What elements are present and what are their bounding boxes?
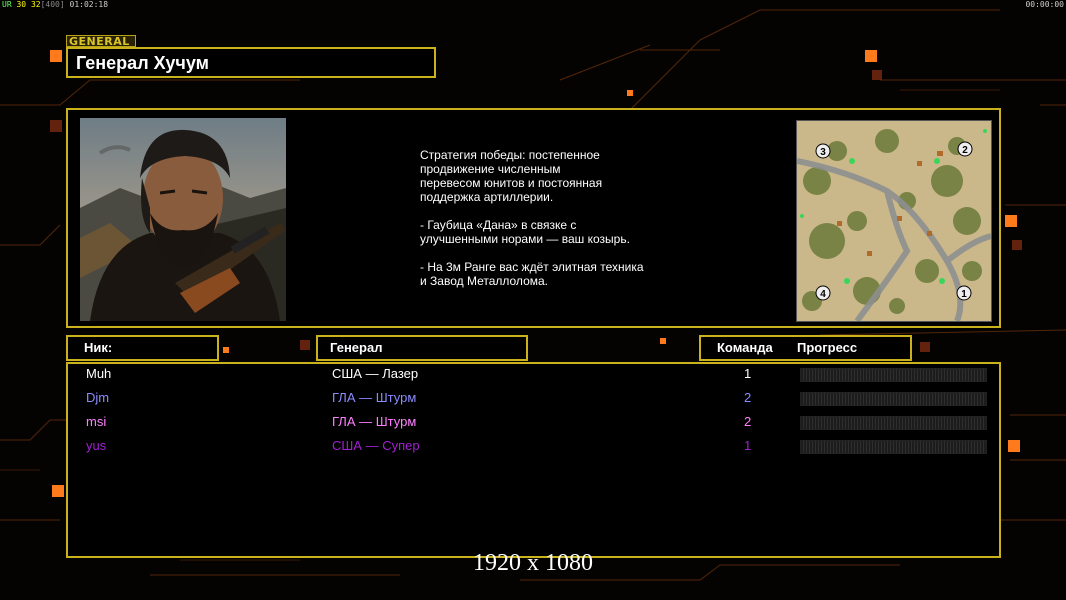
loading-progress-bar: [800, 440, 987, 454]
general-tag: GENERAL: [66, 35, 136, 48]
fps-value-2: 32: [30, 0, 41, 9]
clock-display: 00:00:00: [1025, 0, 1064, 9]
header-nick-label: Ник:: [84, 340, 113, 355]
loading-progress-bar: [800, 416, 987, 430]
loading-progress-bar: [800, 368, 987, 382]
fps-counter: UR 30 32[400] 01:02:18: [2, 0, 108, 9]
header-general-label: Генерал: [330, 340, 383, 355]
fps-value: 30: [16, 0, 27, 9]
player-row: Muh США — Лазер 1: [68, 364, 999, 384]
player-nick: msi: [86, 414, 107, 429]
fps-time: 01:02:18: [69, 0, 109, 9]
player-row: yus США — Супер 1: [68, 436, 999, 456]
general-title: Генерал Хучум: [76, 53, 209, 73]
header-team-progress: Команда Прогресс: [699, 335, 912, 361]
player-general: США — Супер: [332, 438, 420, 453]
map-terrain: 1 2 3 4: [797, 121, 991, 321]
player-row: Djm ГЛА — Штурм 2: [68, 388, 999, 408]
header-general: Генерал: [316, 335, 528, 361]
player-team: 1: [744, 438, 752, 453]
player-general: США — Лазер: [332, 366, 419, 381]
header-nick: Ник:: [66, 335, 219, 361]
player-nick: Djm: [86, 390, 110, 405]
general-portrait: [80, 118, 286, 321]
fps-limit: [400]: [40, 0, 65, 9]
general-info-panel: Стратегия победы: постепенное продвижени…: [66, 108, 1001, 328]
player-general: ГЛА — Штурм: [332, 414, 417, 429]
header-progress-label: Прогресс: [797, 340, 858, 355]
portrait-image: [80, 118, 286, 321]
player-list: Muh США — Лазер 1 Djm ГЛА — Штурм 2 msi …: [66, 362, 1001, 558]
player-nick: Muh: [86, 366, 112, 381]
title-panel: Генерал Хучум: [66, 47, 436, 78]
start-position-2: 2: [962, 145, 968, 156]
loading-progress-bar: [800, 392, 987, 406]
player-team: 2: [744, 390, 752, 405]
player-team: 2: [744, 414, 752, 429]
header-team-label: Команда: [717, 340, 773, 355]
player-nick: yus: [86, 438, 107, 453]
resolution-caption: 1920 x 1080: [473, 550, 593, 576]
player-row: msi ГЛА — Штурм 2: [68, 412, 999, 432]
start-position-4: 4: [820, 289, 826, 300]
fps-label: UR: [2, 0, 12, 9]
player-general: ГЛА — Штурм: [332, 390, 417, 405]
map-preview: 1 2 3 4: [796, 120, 992, 322]
strategy-description: Стратегия победы: постепенное продвижени…: [420, 148, 644, 288]
start-position-3: 3: [820, 147, 826, 158]
start-position-1: 1: [961, 289, 967, 300]
player-team: 1: [744, 366, 752, 381]
